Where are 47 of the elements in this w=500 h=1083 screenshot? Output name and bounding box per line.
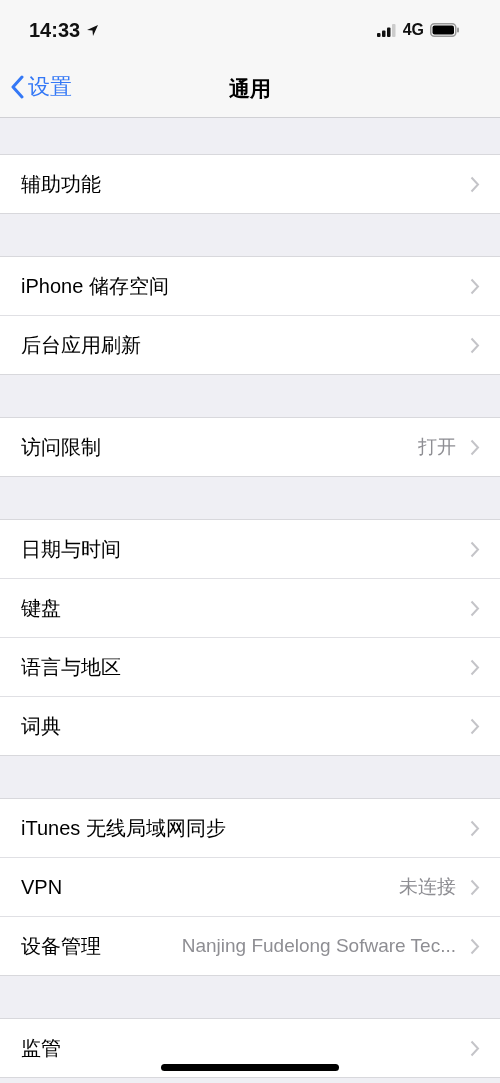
row-label: VPN: [21, 875, 63, 899]
chevron-icon: [470, 937, 480, 955]
row-label: 词典: [21, 713, 61, 739]
settings-row[interactable]: iTunes 无线局域网同步: [0, 799, 500, 857]
chevron-icon: [470, 175, 480, 193]
row-value: 未连接: [399, 875, 456, 899]
status-time: 14:33: [29, 18, 81, 42]
row-label: 语言与地区: [21, 654, 121, 680]
back-button[interactable]: 设置: [10, 72, 72, 102]
chevron-icon: [470, 336, 480, 354]
settings-row[interactable]: iPhone 储存空间: [0, 257, 500, 315]
row-label: 访问限制: [21, 434, 101, 460]
settings-row[interactable]: 设备管理 Nanjing Fudelong Sofware Tec...: [0, 916, 500, 975]
row-label: 后台应用刷新: [21, 332, 141, 358]
chevron-icon: [470, 878, 480, 896]
chevron-icon: [470, 717, 480, 735]
row-label: 日期与时间: [21, 536, 121, 562]
chevron-icon: [470, 540, 480, 558]
settings-row[interactable]: 词典: [0, 696, 500, 755]
row-value: 打开: [418, 435, 456, 459]
signal-icon: [376, 23, 397, 37]
row-label: 设备管理: [21, 933, 101, 959]
row-label: 监管: [21, 1035, 61, 1061]
settings-row[interactable]: 日期与时间: [0, 520, 500, 578]
row-label: iTunes 无线局域网同步: [21, 815, 226, 841]
nav-title: 通用: [229, 75, 271, 102]
row-label: 辅助功能: [21, 171, 101, 197]
location-arrow-icon: [86, 23, 100, 37]
settings-row[interactable]: 语言与地区: [0, 637, 500, 696]
settings-row[interactable]: 访问限制 打开: [0, 418, 500, 476]
chevron-icon: [470, 277, 480, 295]
chevron-icon: [470, 819, 480, 837]
settings-row[interactable]: 辅助功能: [0, 155, 500, 213]
settings-row[interactable]: VPN 未连接: [0, 857, 500, 916]
settings-row[interactable]: 后台应用刷新: [0, 315, 500, 374]
chevron-icon: [470, 599, 480, 617]
row-label: 键盘: [21, 595, 61, 621]
settings-row[interactable]: 监管: [0, 1019, 500, 1077]
back-chevron-icon: [10, 75, 24, 99]
chevron-icon: [470, 1039, 480, 1057]
battery-icon: [430, 23, 460, 37]
chevron-icon: [470, 658, 480, 676]
row-label: iPhone 储存空间: [21, 273, 169, 299]
row-value: Nanjing Fudelong Sofware Tec...: [181, 935, 456, 957]
settings-row[interactable]: 键盘: [0, 578, 500, 637]
chevron-icon: [470, 438, 480, 456]
network-label: 4G: [402, 21, 424, 39]
